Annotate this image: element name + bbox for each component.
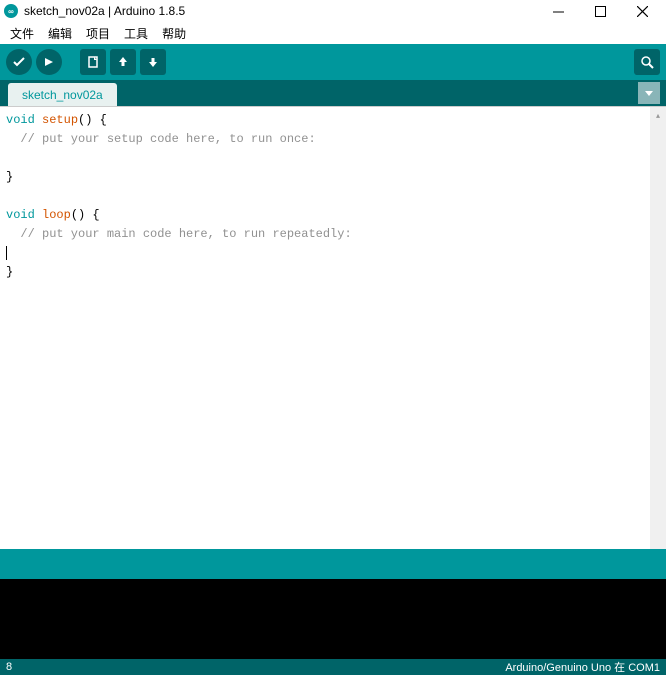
check-icon	[12, 55, 26, 69]
new-file-icon	[86, 55, 100, 69]
arrow-down-icon	[146, 55, 160, 69]
keyword: void	[6, 208, 35, 222]
open-button[interactable]	[110, 49, 136, 75]
menu-tools[interactable]: 工具	[118, 23, 154, 44]
arrow-up-icon	[116, 55, 130, 69]
titlebar: ∞ sketch_nov02a | Arduino 1.8.5	[0, 0, 666, 22]
console[interactable]	[0, 579, 666, 659]
maximize-icon	[595, 6, 606, 17]
editor-scrollbar[interactable]: ▴	[650, 107, 666, 549]
tab-sketch[interactable]: sketch_nov02a	[8, 83, 117, 106]
comment: // put your setup code here, to run once…	[6, 132, 316, 146]
editor-container: void setup() { // put your setup code he…	[0, 106, 666, 549]
menu-edit[interactable]: 编辑	[42, 23, 78, 44]
code-text: }	[6, 265, 13, 279]
code-text: () {	[78, 113, 107, 127]
line-number: 8	[6, 661, 505, 673]
menubar: 文件 编辑 项目 工具 帮助	[0, 22, 666, 44]
minimize-button[interactable]	[546, 1, 570, 21]
maximize-button[interactable]	[588, 1, 612, 21]
window-controls	[546, 1, 662, 21]
code-editor[interactable]: void setup() { // put your setup code he…	[0, 107, 650, 549]
comment: // put your main code here, to run repea…	[6, 227, 352, 241]
arduino-logo-icon: ∞	[4, 4, 18, 18]
save-button[interactable]	[140, 49, 166, 75]
function-name: loop	[42, 208, 71, 222]
close-button[interactable]	[630, 1, 654, 21]
code-text: () {	[71, 208, 100, 222]
toolbar	[0, 44, 666, 80]
board-info: Arduino/Genuino Uno 在 COM1	[505, 659, 660, 675]
window-title: sketch_nov02a | Arduino 1.8.5	[24, 4, 546, 18]
footer: 8 Arduino/Genuino Uno 在 COM1	[0, 659, 666, 675]
function-name: setup	[42, 113, 78, 127]
status-bar	[0, 549, 666, 579]
menu-file[interactable]: 文件	[4, 23, 40, 44]
close-icon	[637, 6, 648, 17]
minimize-icon	[553, 6, 564, 17]
menu-project[interactable]: 项目	[80, 23, 116, 44]
scroll-up-icon[interactable]: ▴	[650, 107, 666, 123]
code-text: }	[6, 170, 13, 184]
magnifier-icon	[640, 55, 654, 69]
verify-button[interactable]	[6, 49, 32, 75]
keyword: void	[6, 113, 35, 127]
text-cursor	[6, 246, 7, 260]
chevron-down-icon	[644, 88, 654, 98]
serial-monitor-button[interactable]	[634, 49, 660, 75]
upload-button[interactable]	[36, 49, 62, 75]
tabbar: sketch_nov02a	[0, 80, 666, 106]
menu-help[interactable]: 帮助	[156, 23, 192, 44]
tab-menu-button[interactable]	[638, 82, 660, 104]
arrow-right-icon	[42, 55, 56, 69]
new-button[interactable]	[80, 49, 106, 75]
